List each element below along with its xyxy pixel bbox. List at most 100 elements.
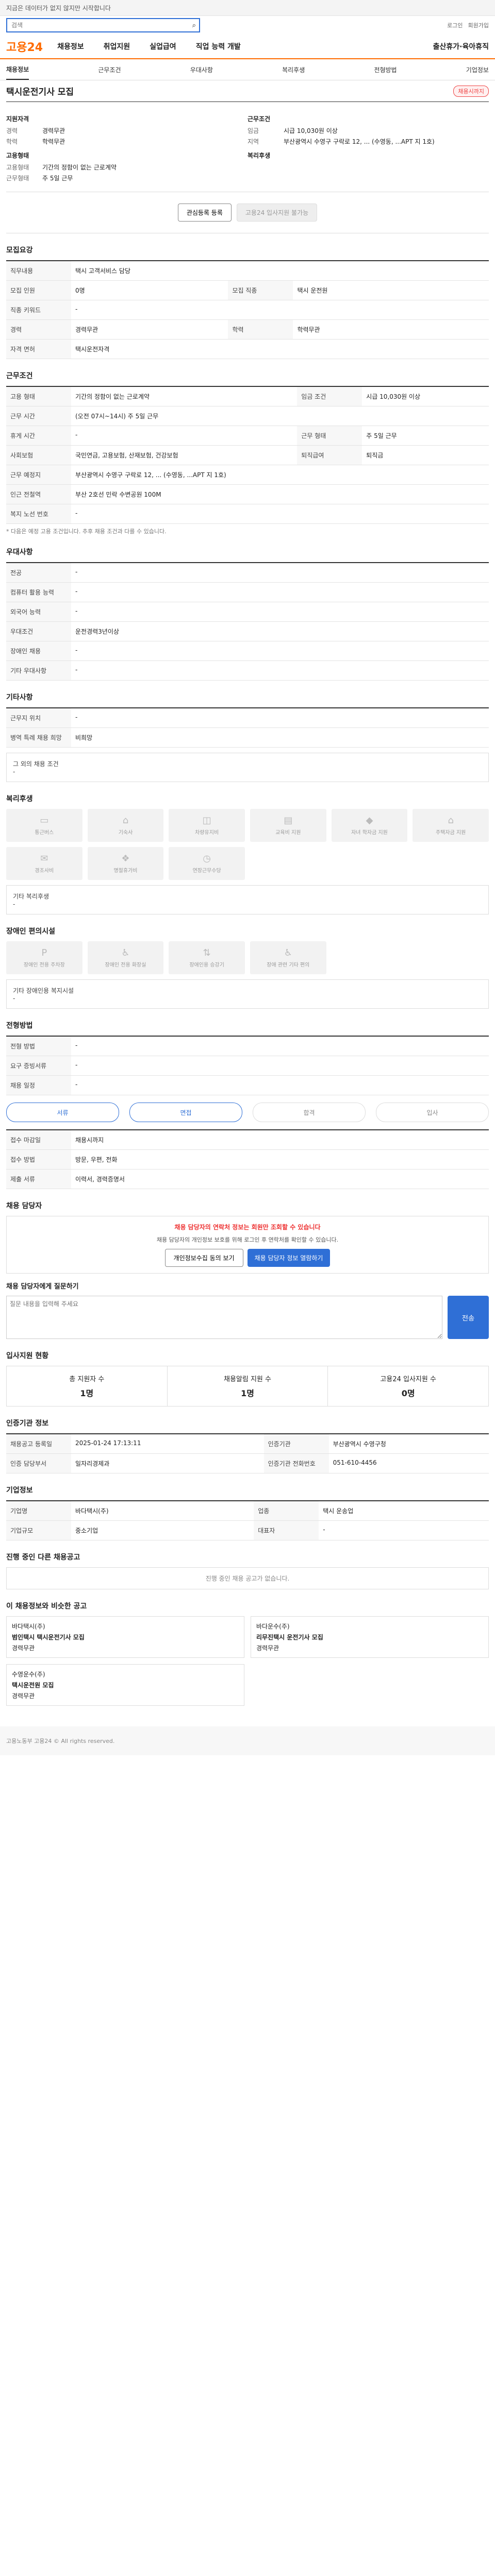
step-join: 입사 [376, 1103, 489, 1122]
other-conditions-label: 그 외의 채용 조건 [13, 760, 59, 768]
rec-heading: 이 채용정보와 비슷한 공고 [6, 1602, 87, 1611]
table-row: 채용공고 등록일 2025-01-24 17:13:11 인증기관 부산광역시 수영구… [6, 1434, 489, 1454]
benefit-item: ◷ 연장근무수당 [169, 847, 245, 880]
rec-card[interactable]: 바다택시(주) 범인택시 택시운전기사 모집 경력무관 [6, 1616, 244, 1658]
login-link[interactable]: 로그인 [447, 21, 463, 29]
table-row: 자격 면허 택시운전자격 [6, 339, 489, 359]
summary-right: 근무조건 임금 시급 10,030원 이상 지역 부산광역시 수영구 구락로 12,… [248, 109, 489, 184]
scrap-button[interactable]: 관심등록 등록 [177, 204, 232, 222]
table-row: 기타 우대사항 - [6, 660, 489, 681]
brand-logo[interactable]: 고용24 [6, 38, 43, 55]
summary-row: 지역 부산광역시 수영구 구락로 12, ... (수영동, ...APT 지 1… [248, 138, 435, 145]
qa-form: 전송 [6, 1296, 489, 1339]
benefit-item: ◫ 차량유지비 [169, 809, 245, 842]
contact-buttons: 개인정보수집 동의 보기 채용 담당자 정보 열람하기 [13, 1249, 482, 1267]
recruit-table: 직무내용 택시 고객서비스 담당 모집 인원 0명 모집 직종 택시 운전원 직종 키워… [6, 260, 489, 359]
contact-desc: 채용 담당자의 개인정보 보호를 위해 로그인 후 연락처를 확인할 수 있습니… [156, 1236, 339, 1243]
table-row: 고용 형태 기간의 정함이 없는 근로계약 임금 조건 시급 10,030원 이상 [6, 387, 489, 406]
search-icon[interactable]: ⌕ [192, 22, 196, 29]
rec-card[interactable]: 수영운수(주) 택시운전원 모집 경력무관 [6, 1664, 244, 1706]
table-row: 병역 특례 채용 희망 비희망 [6, 727, 489, 748]
disabled-extra-box: 기타 장애인용 복지시설 - [6, 979, 489, 1009]
table-row: 접수 방법 방문, 우편, 전화 [6, 1149, 489, 1170]
cap-icon: ◆ [366, 815, 373, 826]
table-row: 요구 증빙서류 - [6, 1056, 489, 1076]
book-icon: ▤ [284, 815, 293, 826]
search-box[interactable]: ⌕ [6, 18, 200, 32]
table-row: 근무지 위치 - [6, 708, 489, 728]
tab-recruit[interactable]: 채용정보 [6, 65, 29, 80]
benefit-item: ⌂ 주택자금 지원 [412, 809, 489, 842]
summary-row: 고용형태 기간의 정함이 없는 근로계약 [6, 164, 117, 171]
info-heading: 인증기관 정보 [6, 1419, 49, 1428]
table-row: 컴퓨터 활용 능력 - [6, 582, 489, 602]
bus-icon: ▭ [40, 815, 49, 826]
step-document: 서류 [6, 1103, 119, 1122]
parking-icon: P [41, 947, 47, 958]
gnb-item-support[interactable]: 취업지원 [104, 41, 130, 52]
clock-icon: ◷ [203, 853, 211, 864]
search-input[interactable] [10, 21, 192, 29]
summary-left: 지원자격 경력 경력무관 학력 학력무관 고용형태 고용형태 기간의 정함이 없는 근… [6, 109, 248, 184]
signup-link[interactable]: 회원가입 [468, 21, 489, 29]
qa-send-button[interactable]: 전송 [448, 1296, 489, 1339]
job-summary: 지원자격 경력 경력무관 학력 학력무관 고용형태 고용형태 기간의 정함이 없는 근… [6, 102, 489, 192]
tab-benefit[interactable]: 복리후생 [282, 65, 305, 74]
etc-heading: 기타사항 [6, 693, 33, 702]
summary-row: 임금 시급 10,030원 이상 [248, 127, 338, 134]
summary-left-head: 지원자격 [6, 115, 29, 123]
disabled-heading: 장애인 편의시설 [6, 927, 56, 936]
benefit-grid: ▭ 통근버스 ⌂ 기숙사 ◫ 차량유지비 ▤ 교육비 지원 ◆ 자녀 학자금 지원 ⌂ 주택… [6, 809, 489, 880]
tab-prefer[interactable]: 우대사항 [190, 65, 213, 74]
etc-table: 근무지 위치 - 병역 특례 채용 희망 비희망 [6, 707, 489, 748]
table-row: 인근 전철역 부산 2호선 민락 수변공원 100M [6, 484, 489, 504]
footer: 고용노동부 고용24 © All rights reserved. [0, 1726, 495, 1755]
table-row: 접수 마감일 채용시까지 [6, 1130, 489, 1150]
qa-textarea[interactable] [6, 1296, 442, 1339]
envelope-icon: ✉ [40, 853, 48, 864]
gnb-item-leave[interactable]: 출산휴가·육아휴직 [433, 41, 489, 52]
job-title-bar: 택시운전기사 모집 채용시까지 [6, 80, 489, 102]
process-heading: 전형방법 [6, 1022, 33, 1030]
summary-right-head2: 복리후생 [248, 152, 271, 159]
top-notice-bar: 지금은 데이터가 없지 않지만 시작합니다 [0, 0, 495, 16]
tab-work[interactable]: 근무조건 [98, 65, 121, 74]
section-tabs: 채용정보 근무조건 우대사항 복리후생 전형방법 기업정보 [0, 59, 495, 80]
benefit-extra-label: 기타 복리후생 [13, 893, 50, 900]
disabled-item: ♿ 장애 관련 기타 편의 [250, 941, 326, 974]
company-heading: 기업정보 [6, 1486, 33, 1495]
disabled-extra-label: 기타 장애인용 복지시설 [13, 987, 74, 994]
contact-alert: 채용 담당자의 연락처 정보는 회원만 조회할 수 있습니다 [174, 1224, 321, 1231]
disabled-item: P 장애인 전용 주차장 [6, 941, 82, 974]
rec-card[interactable]: 바다운수(주) 리무진택시 운전기사 모집 경력무관 [251, 1616, 489, 1658]
benefit-extra-box: 기타 복리후생 - [6, 885, 489, 914]
gnb-item-jobs[interactable]: 채용정보 [57, 41, 84, 52]
main-content: 택시운전기사 모집 채용시까지 지원자격 경력 경력무관 학력 학력무관 고용형태 … [0, 80, 495, 1706]
table-row: 근무 예정지 부산광역시 수영구 구락로 12, ... (수영동, ...APT… [6, 465, 489, 485]
util-links: 로그인 회원가입 [447, 21, 489, 29]
house-icon: ⌂ [122, 815, 129, 826]
privacy-consent-button[interactable]: 개인정보수집 동의 보기 [164, 1249, 243, 1267]
table-row: 직무내용 택시 고객서비스 담당 [6, 261, 489, 281]
contact-heading: 채용 담당자 [6, 1202, 42, 1210]
summary-row: 학력 학력무관 [6, 138, 65, 145]
stats-box: 총 지원자 수 1명 채용알림 지원 수 1명 고용24 입사지원 수 0명 [6, 1366, 489, 1406]
summary-row: 경력 경력무관 [6, 127, 65, 134]
table-row: 기업규모 중소기업 대표자 - [6, 1520, 489, 1540]
top-notice-text: 지금은 데이터가 없지 않지만 시작합니다 [6, 4, 111, 12]
gnb-item-unemployment[interactable]: 실업급여 [150, 41, 176, 52]
stat-alert: 채용알림 지원 수 1명 [168, 1366, 328, 1406]
gnb-item-training[interactable]: 직업 능력 개발 [196, 41, 241, 52]
view-contact-button[interactable]: 채용 담당자 정보 열람하기 [247, 1249, 331, 1267]
benefit-item: ◆ 자녀 학자금 지원 [331, 809, 408, 842]
table-row: 외국어 능력 - [6, 602, 489, 622]
tab-company[interactable]: 기업정보 [466, 65, 489, 74]
apply-button[interactable]: 고용24 입사지원 불가능 [236, 204, 318, 222]
table-row: 채용 일정 - [6, 1075, 489, 1095]
table-row: 장애인 채용 - [6, 641, 489, 661]
other-conditions-box: 그 외의 채용 조건 - [6, 753, 489, 782]
other-jobs-empty: 진행 중인 채용 공고가 없습니다. [6, 1567, 489, 1589]
tab-process[interactable]: 전형방법 [374, 65, 397, 74]
apply-table: 접수 마감일 채용시까지 접수 방법 방문, 우편, 전화 제출 서류 이력서, 경력… [6, 1129, 489, 1189]
car-icon: ◫ [202, 815, 211, 826]
